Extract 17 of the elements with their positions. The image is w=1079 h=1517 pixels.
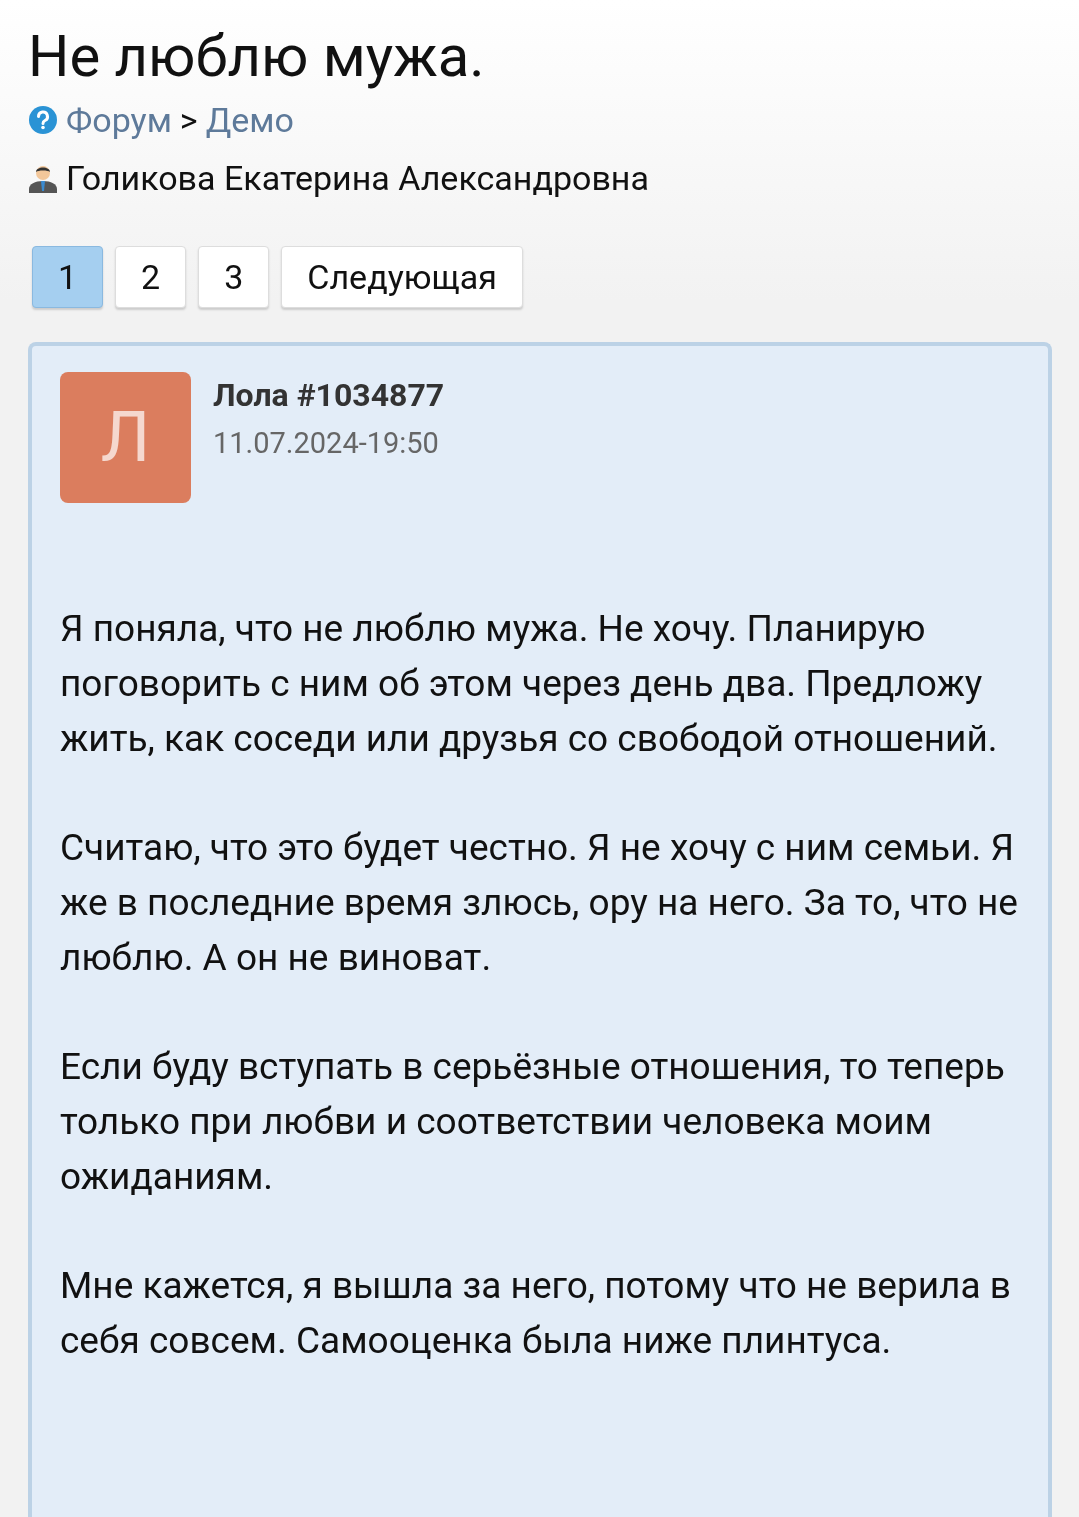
post-paragraph: Если буду вступать в серьёзные отношения, то теперь только при любви и соответствии человека моим ожиданиям. [60,1043,1006,1200]
page-button[interactable]: 1 [32,245,104,308]
author-name: Голикова Екатерина Александровна [66,157,649,198]
post-username: Лола #1034877 [213,375,445,414]
help-icon [28,104,58,135]
breadcrumb-link[interactable]: Демо [205,99,294,140]
page-button[interactable]: Следующая [281,245,523,308]
breadcrumb-link[interactable]: Форум [66,99,172,140]
avatar: Л [60,371,191,503]
post-paragraph: Считаю, что это будет честно. Я не хочу с ним семьи. Я же в последние время злюсь, ору на него. За то, что не люблю. А он не виноват. [60,824,1019,981]
page-button[interactable]: 3 [198,245,270,308]
page-button[interactable]: 2 [115,245,187,308]
page-title: Не люблю мужа. [28,22,486,92]
breadcrumb-separator: > [179,99,198,140]
post-paragraph: Мне кажется, я вышла за него, потому что не верила в себя совсем. Самооценка была ниже плинтуса. [60,1262,1012,1364]
post-paragraph: Я поняла, что не люблю мужа. Не хочу. Планирую поговорить с ним об этом через день два. Предложу жить, как соседи или друзья со свободой отношений. [60,605,999,762]
post-date: 11.07.2024-19:50 [213,425,440,460]
